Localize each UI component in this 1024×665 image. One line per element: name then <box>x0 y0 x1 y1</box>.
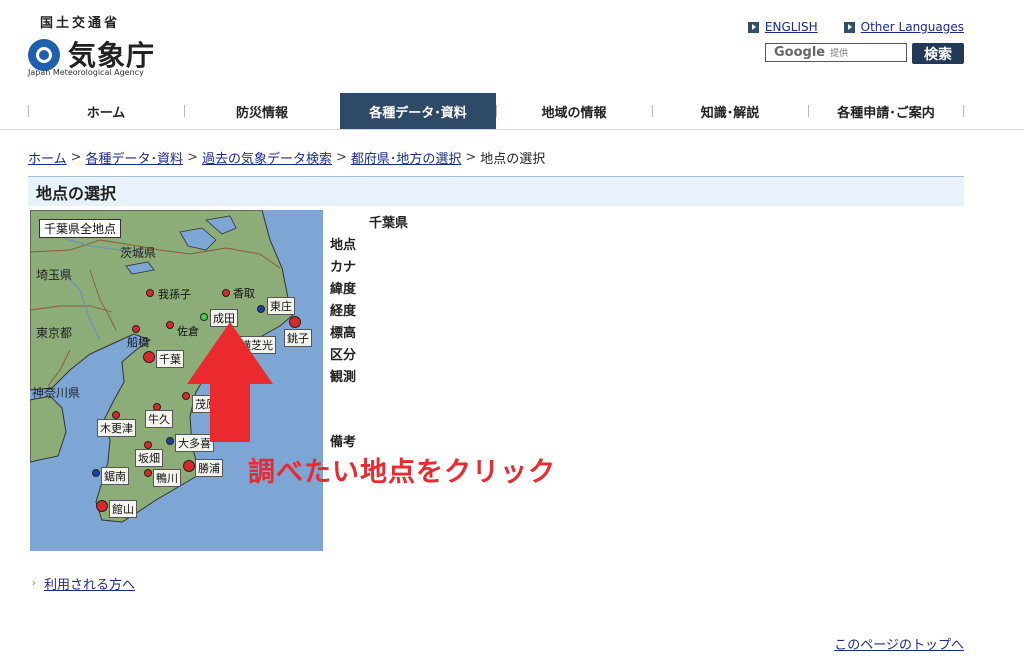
breadcrumb: ホーム > 各種データ･資料 > 過去の気象データ検索 > 都府県･地方の選択 … <box>28 148 545 167</box>
region-label-ibaraki: 茨城県 <box>120 246 157 260</box>
station-marker-tonosho[interactable] <box>257 305 265 313</box>
up-arrow-icon <box>187 322 273 442</box>
nav-item-disaster-info[interactable]: 防災情報 <box>184 93 340 129</box>
region-label-kanagawa: 神奈川県 <box>32 386 81 400</box>
info-label-longitude: 経度 <box>330 304 357 319</box>
search-button[interactable]: 検索 <box>912 43 964 64</box>
station-marker-funabashi[interactable] <box>132 325 140 333</box>
station-marker-tateyama[interactable] <box>96 500 108 512</box>
other-languages-link[interactable]: Other Languages <box>843 20 964 34</box>
nav-item-home[interactable]: ホーム <box>28 93 184 129</box>
station-marker-chiba[interactable] <box>143 351 155 363</box>
station-marker-kisarazu[interactable] <box>112 411 120 419</box>
agency-english-name: Japan Meteorological Agency <box>28 68 144 77</box>
global-nav: ホーム 防災情報 各種データ･資料 地域の情報 知識･解説 各種申請･ご案内 <box>28 93 964 129</box>
station-marker-sakura[interactable] <box>166 321 174 329</box>
google-brand: Google <box>774 45 826 60</box>
nav-item-data[interactable]: 各種データ･資料 <box>340 93 496 129</box>
english-link-label: ENGLISH <box>764 20 818 34</box>
breadcrumb-data[interactable]: 各種データ･資料 <box>86 148 184 167</box>
station-label-katori[interactable]: 香取 <box>233 285 255 301</box>
breadcrumb-current: 地点の選択 <box>480 152 546 167</box>
breadcrumb-separator: > <box>335 150 347 165</box>
instruction-text: 調べたい地点をクリック <box>248 457 556 488</box>
english-link[interactable]: ENGLISH <box>747 20 818 34</box>
nav-item-regional-info[interactable]: 地域の情報 <box>496 93 652 129</box>
map-title-all-stations[interactable]: 千葉県全地点 <box>39 219 122 238</box>
breadcrumb-home[interactable]: ホーム <box>28 148 67 167</box>
breadcrumb-separator: > <box>70 150 82 165</box>
info-label-station: 地点 <box>330 238 357 253</box>
info-label-kana: カナ <box>330 260 357 275</box>
play-arrow-icon <box>843 21 855 33</box>
station-marker-choshi[interactable] <box>289 316 301 328</box>
station-label-kisarazu[interactable]: 木更津 <box>97 419 136 437</box>
station-marker-kyonan[interactable] <box>92 469 100 477</box>
google-provided-label: 提供 <box>830 49 849 59</box>
station-map[interactable]: 千葉県全地点 茨城県 埼玉県 東京都 神奈川県 香取 我孫子 東庄 成田 佐倉 … <box>30 210 323 551</box>
breadcrumb-separator: > <box>187 150 198 165</box>
station-marker-kamogawa[interactable] <box>144 469 152 477</box>
station-label-abiko[interactable]: 我孫子 <box>158 286 191 302</box>
for-users-link[interactable]: › 利用される方へ <box>32 574 135 593</box>
section-title: 地点の選択 <box>28 176 964 206</box>
breadcrumb-separator: > <box>465 150 477 165</box>
region-label-tokyo: 東京都 <box>36 326 73 340</box>
info-label-observation: 観測 <box>330 370 357 385</box>
jma-logo-icon <box>28 39 60 71</box>
station-marker-sakahata[interactable] <box>144 441 152 449</box>
nav-item-applications[interactable]: 各種申請･ご案内 <box>808 93 964 129</box>
station-label-sakahata[interactable]: 坂畑 <box>135 449 163 467</box>
station-label-ushiku[interactable]: 牛久 <box>145 410 173 428</box>
region-label-saitama: 埼玉県 <box>36 268 73 282</box>
info-label-latitude: 緯度 <box>330 282 357 297</box>
station-marker-katori[interactable] <box>222 289 230 297</box>
language-links: ENGLISH Other Languages <box>747 20 964 34</box>
other-languages-link-label: Other Languages <box>860 20 964 34</box>
for-users-link-label[interactable]: 利用される方へ <box>44 574 135 593</box>
station-marker-katsuura[interactable] <box>183 460 195 472</box>
station-label-tateyama[interactable]: 館山 <box>109 500 137 518</box>
station-marker-narita[interactable] <box>200 313 208 321</box>
nav-item-knowledge[interactable]: 知識･解説 <box>652 93 808 129</box>
station-marker-abiko[interactable] <box>146 289 154 297</box>
page-top-link-label[interactable]: このページのトップへ <box>834 638 964 653</box>
nav-divider <box>0 129 1024 130</box>
page-top-link[interactable]: このページのトップへ <box>834 634 964 653</box>
search-input[interactable]: Google 提供 <box>765 43 907 62</box>
station-label-kyonan[interactable]: 鋸南 <box>101 467 129 485</box>
breadcrumb-past-data-search[interactable]: 過去の気象データ検索 <box>202 148 332 167</box>
station-label-funabashi[interactable]: 船橋 <box>127 334 149 350</box>
station-marker-otaki[interactable] <box>166 437 174 445</box>
station-label-katsuura[interactable]: 勝浦 <box>195 459 223 477</box>
info-label-category: 区分 <box>330 348 357 363</box>
station-label-chiba[interactable]: 千葉 <box>156 350 184 368</box>
station-label-kamogawa[interactable]: 鴨川 <box>153 469 181 487</box>
info-label-remarks: 備考 <box>330 435 357 450</box>
ministry-name: 国土交通省 <box>40 16 121 31</box>
station-label-tonosho[interactable]: 東庄 <box>267 297 295 315</box>
play-arrow-icon <box>747 21 759 33</box>
station-label-choshi[interactable]: 銚子 <box>284 329 312 347</box>
map-background <box>30 210 323 551</box>
chevron-right-icon: › <box>32 578 36 589</box>
info-label-elevation: 標高 <box>330 326 357 341</box>
breadcrumb-prefecture-select[interactable]: 都府県･地方の選択 <box>351 148 462 167</box>
info-prefecture: 千葉県 <box>369 216 409 231</box>
